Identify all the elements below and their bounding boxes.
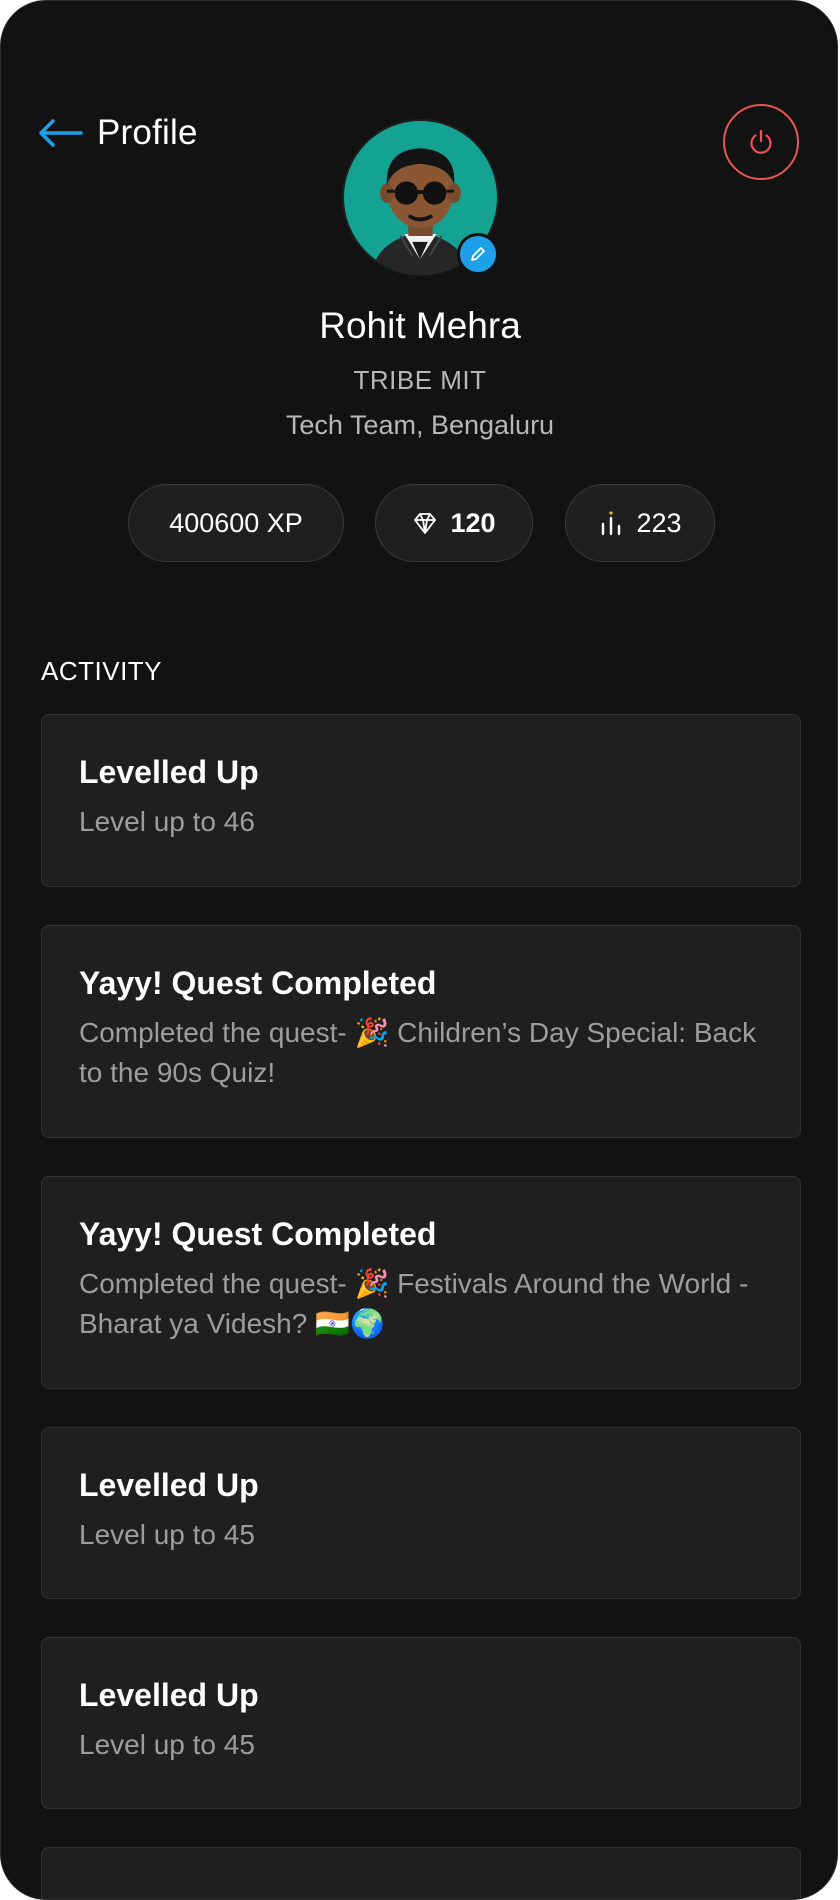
back-button[interactable]: Profile	[37, 113, 198, 153]
rank-stat-pill: 223	[565, 484, 715, 562]
activity-card-description: Completed the quest- 🎉 Festivals Around …	[79, 1268, 749, 1340]
edit-avatar-button[interactable]	[457, 233, 499, 275]
activity-card-title: Yayy! Quest Completed	[79, 1216, 437, 1252]
avatar-container	[342, 119, 499, 276]
activity-card: Levelled Up Level up to 46	[41, 714, 801, 887]
xp-value: 400600 XP	[169, 507, 303, 538]
page-title: Profile	[97, 113, 198, 152]
activity-card	[41, 1847, 801, 1899]
activity-card-title: Yayy! Quest Completed	[79, 965, 437, 1001]
gems-value: 120	[450, 507, 496, 538]
xp-stat-pill: 400600 XP	[128, 484, 344, 562]
pencil-icon	[471, 247, 485, 261]
activity-card-title: Levelled Up	[79, 1467, 259, 1503]
logout-button[interactable]	[723, 104, 799, 180]
profile-screen: Profile Rohit Mehra TRIBE MIT Tech Team,…	[0, 0, 838, 1900]
arrow-left-icon	[39, 119, 83, 147]
activity-card-description: Level up to 45	[79, 1519, 255, 1551]
activity-card-description: Level up to 46	[79, 806, 255, 838]
user-name: Rohit Mehra	[319, 305, 521, 346]
activity-heading: ACTIVITY	[41, 656, 163, 686]
diamond-icon	[414, 513, 437, 534]
user-team-location: Tech Team, Bengaluru	[285, 410, 555, 440]
activity-card-description: Completed the quest- 🎉 Children’s Day Sp…	[79, 1017, 757, 1089]
power-icon	[750, 129, 772, 154]
rank-value: 223	[636, 507, 682, 538]
activity-card-title: Levelled Up	[79, 1677, 259, 1713]
activity-card: Levelled Up Level up to 45	[41, 1427, 801, 1599]
gems-stat-pill: 120	[375, 484, 533, 562]
bar-chart-icon	[602, 511, 621, 536]
activity-card: Yayy! Quest Completed Completed the ques…	[41, 925, 801, 1138]
activity-card-description: Level up to 45	[79, 1729, 255, 1761]
activity-card: Yayy! Quest Completed Completed the ques…	[41, 1176, 801, 1389]
user-tribe: TRIBE MIT	[353, 365, 487, 395]
activity-card: Levelled Up Level up to 45	[41, 1637, 801, 1809]
activity-card-title: Levelled Up	[79, 754, 259, 790]
